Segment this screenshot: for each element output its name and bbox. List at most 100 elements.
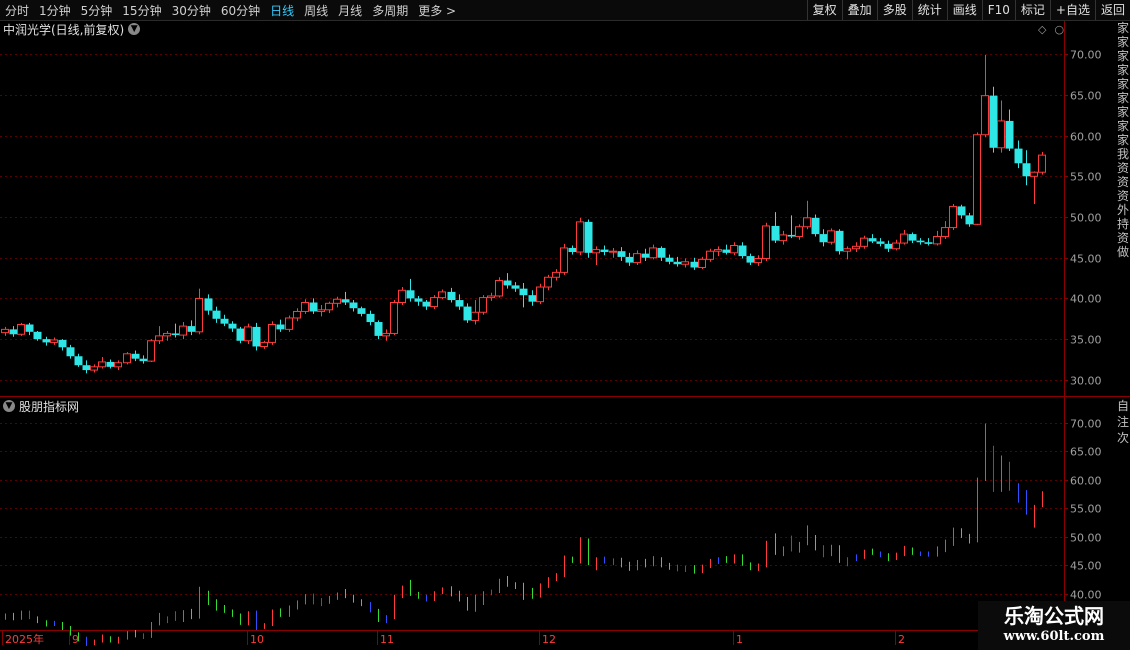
- candle-body-down: [252, 326, 261, 347]
- candle-body-down: [641, 253, 650, 258]
- candle-body-up: [706, 250, 714, 260]
- y-tick-label: 40.00: [1070, 589, 1102, 602]
- candle-body-down: [819, 234, 828, 243]
- candle-body-up: [163, 332, 171, 337]
- candle-body-down: [1005, 120, 1014, 149]
- candle-body-up: [98, 361, 106, 368]
- candle-body-down: [42, 339, 51, 343]
- candle-body-down: [66, 347, 75, 357]
- candle-body-down: [309, 302, 318, 312]
- candle-body-down: [236, 328, 245, 341]
- candle-body-up: [754, 258, 762, 264]
- candle-body-down: [82, 365, 91, 371]
- watermark-url: www.60lt.com: [1003, 629, 1105, 644]
- candle-body-down: [1022, 163, 1031, 177]
- candle-body-up: [123, 353, 131, 364]
- candle-body-down: [131, 353, 140, 359]
- candle-body-down: [511, 285, 520, 289]
- candle-body-up: [317, 309, 325, 312]
- candle-body-down: [690, 261, 699, 268]
- y-tick-label: 50.00: [1070, 212, 1102, 225]
- candle-body-up: [843, 248, 851, 252]
- y-tick-label: 35.00: [1070, 334, 1102, 347]
- candle-body-down: [422, 301, 431, 307]
- candle-body-down: [455, 300, 464, 307]
- candle-body-up: [576, 221, 584, 253]
- candle-body-down: [884, 243, 893, 249]
- candle-body-up: [933, 236, 941, 245]
- candle-body-down: [617, 251, 626, 257]
- candle-body-up: [268, 323, 276, 343]
- candle-body-down: [33, 331, 42, 340]
- candle-body-up: [536, 286, 544, 303]
- candle-body-up: [147, 340, 155, 362]
- candle-body-up: [333, 298, 341, 304]
- candle-body-up: [1038, 154, 1046, 173]
- candle-body-down: [584, 221, 593, 253]
- side-strip-text-indicator: 自注次: [1117, 399, 1130, 445]
- candle-body-up: [795, 226, 803, 238]
- y-tick-label: 60.00: [1070, 475, 1102, 488]
- candle-body-down: [916, 240, 925, 243]
- candle-body-up: [762, 225, 770, 260]
- candle-body-down: [657, 247, 666, 258]
- candle-body-down: [204, 298, 213, 311]
- candle-body-down: [519, 288, 528, 296]
- candle-body-down: [349, 302, 358, 309]
- y-tick-label: 30.00: [1070, 375, 1102, 388]
- candle-body-down: [738, 245, 747, 257]
- candle-body-up: [398, 289, 406, 303]
- y-tick-label: 55.00: [1070, 503, 1102, 516]
- candle-body-down: [568, 247, 577, 253]
- price-chart[interactable]: 70.00 65.00 60.00 55.00 50.00 45.00 40.00 35.00…: [0, 0, 1130, 650]
- y-tick-label: 45.00: [1070, 253, 1102, 266]
- date-label: 2025年: [5, 632, 44, 646]
- candle-body-down: [228, 323, 237, 329]
- candle-body-down: [924, 242, 933, 244]
- candle-body-down: [406, 290, 415, 299]
- candle-body-down: [171, 333, 180, 336]
- candle-body-up: [779, 234, 787, 242]
- candle-body-down: [835, 230, 844, 252]
- candle-body-up: [649, 247, 657, 259]
- candle-body-down: [341, 299, 350, 303]
- candle-body-up: [730, 245, 738, 254]
- candle-body-down: [625, 256, 634, 263]
- side-info-strip: 家家家家家家家家家我资资资外持资做: [1117, 21, 1130, 396]
- candle-body-down: [447, 291, 456, 301]
- side-info-strip-indicator: 自注次: [1117, 398, 1130, 458]
- candle-body-up: [714, 249, 722, 252]
- candle-body-down: [965, 215, 974, 225]
- candle-body-down: [187, 326, 196, 332]
- candle-body-down: [722, 249, 731, 253]
- candle-body-up: [90, 366, 98, 371]
- date-label: 1: [736, 633, 743, 646]
- candle-body-up: [430, 297, 438, 308]
- candle-body-up: [803, 217, 811, 228]
- candle-body-up: [301, 302, 309, 312]
- candle-body-up: [609, 250, 617, 253]
- y-tick-label: 70.00: [1070, 49, 1102, 62]
- candle-body-down: [600, 249, 609, 253]
- site-watermark: 乐淘公式网 www.60lt.com: [978, 601, 1130, 650]
- candle-body-down: [673, 261, 682, 265]
- candle-body-down: [989, 95, 998, 148]
- y-tick-label: 65.00: [1070, 90, 1102, 103]
- y-tick-label: 60.00: [1070, 131, 1102, 144]
- candle-body-up: [155, 335, 163, 342]
- candle-body-down: [463, 306, 472, 321]
- candle-body-up: [195, 297, 203, 333]
- candle-body-up: [633, 253, 641, 264]
- candle-body-up: [244, 326, 252, 342]
- candle-body-up: [949, 205, 957, 229]
- candle-body-down: [220, 318, 229, 324]
- candle-body-up: [552, 271, 560, 278]
- candle-body-down: [276, 324, 285, 330]
- candle-body-down: [876, 241, 885, 244]
- candle-body-down: [957, 206, 966, 216]
- candle-body-up: [941, 227, 949, 238]
- date-label: 11: [380, 633, 394, 646]
- candle-body-down: [139, 358, 148, 362]
- date-label: 2: [898, 633, 905, 646]
- candle-body-up: [852, 245, 860, 250]
